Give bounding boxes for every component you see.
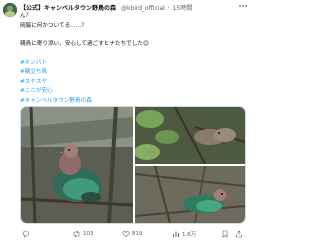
retweet-count: 103: [83, 230, 94, 237]
heart-icon: [122, 230, 130, 237]
separator: ·: [167, 5, 170, 12]
bookmark-button[interactable]: [221, 228, 231, 239]
reply-button[interactable]: [22, 228, 32, 239]
tweet-line: 親鳥に寄り添い、安心して過ごすヒナたちでした😊: [20, 41, 149, 47]
like-button[interactable]: 819: [122, 228, 143, 239]
retweet-icon: [73, 230, 80, 237]
hashtag-link[interactable]: #親立ち鳥: [20, 68, 246, 78]
tweet-line: 岡脇に何かついてる……？: [20, 22, 87, 29]
hashtag-link[interactable]: #キンバト: [20, 59, 246, 69]
action-bar: 103 819 1.6万: [20, 228, 246, 239]
timestamp[interactable]: 15時間: [173, 5, 193, 12]
hashtag-link[interactable]: #スヤスヤ: [20, 78, 246, 88]
avatar[interactable]: [3, 3, 17, 17]
views-count: 1.6万: [182, 231, 197, 238]
share-button[interactable]: [235, 228, 245, 239]
photo-dove-perched[interactable]: [21, 107, 134, 223]
media-grid: [20, 106, 246, 224]
views-icon: [173, 231, 179, 237]
hashtag-link[interactable]: #ここが安心: [20, 87, 246, 97]
tweet-card[interactable]: 【公式】キャンベルタウン野鳥の森 @kbird_official · 15時間 …: [0, 0, 250, 243]
share-icon: [236, 230, 242, 237]
user-handle[interactable]: @kbird_official: [121, 5, 165, 12]
bookmark-icon: [222, 230, 228, 238]
hashtag-link[interactable]: #キャンベルタウン野鳥の森: [20, 97, 246, 107]
tweet-line: ん？: [20, 13, 32, 19]
reply-icon: [22, 230, 30, 238]
display-name[interactable]: 【公式】キャンベルタウン野鳥の森: [20, 5, 116, 12]
photo-dove-branches[interactable]: [134, 165, 245, 223]
more-icon[interactable]: [238, 1, 248, 11]
like-count: 819: [132, 230, 143, 237]
retweet-button[interactable]: 103: [72, 228, 94, 239]
tweet-text: ん？ 岡脇に何かついてる……？ 親鳥に寄り添い、安心して過ごすヒナたちでした😊 …: [20, 12, 246, 106]
views-button[interactable]: 1.6万: [172, 228, 196, 239]
photo-chicks[interactable]: [134, 107, 245, 165]
